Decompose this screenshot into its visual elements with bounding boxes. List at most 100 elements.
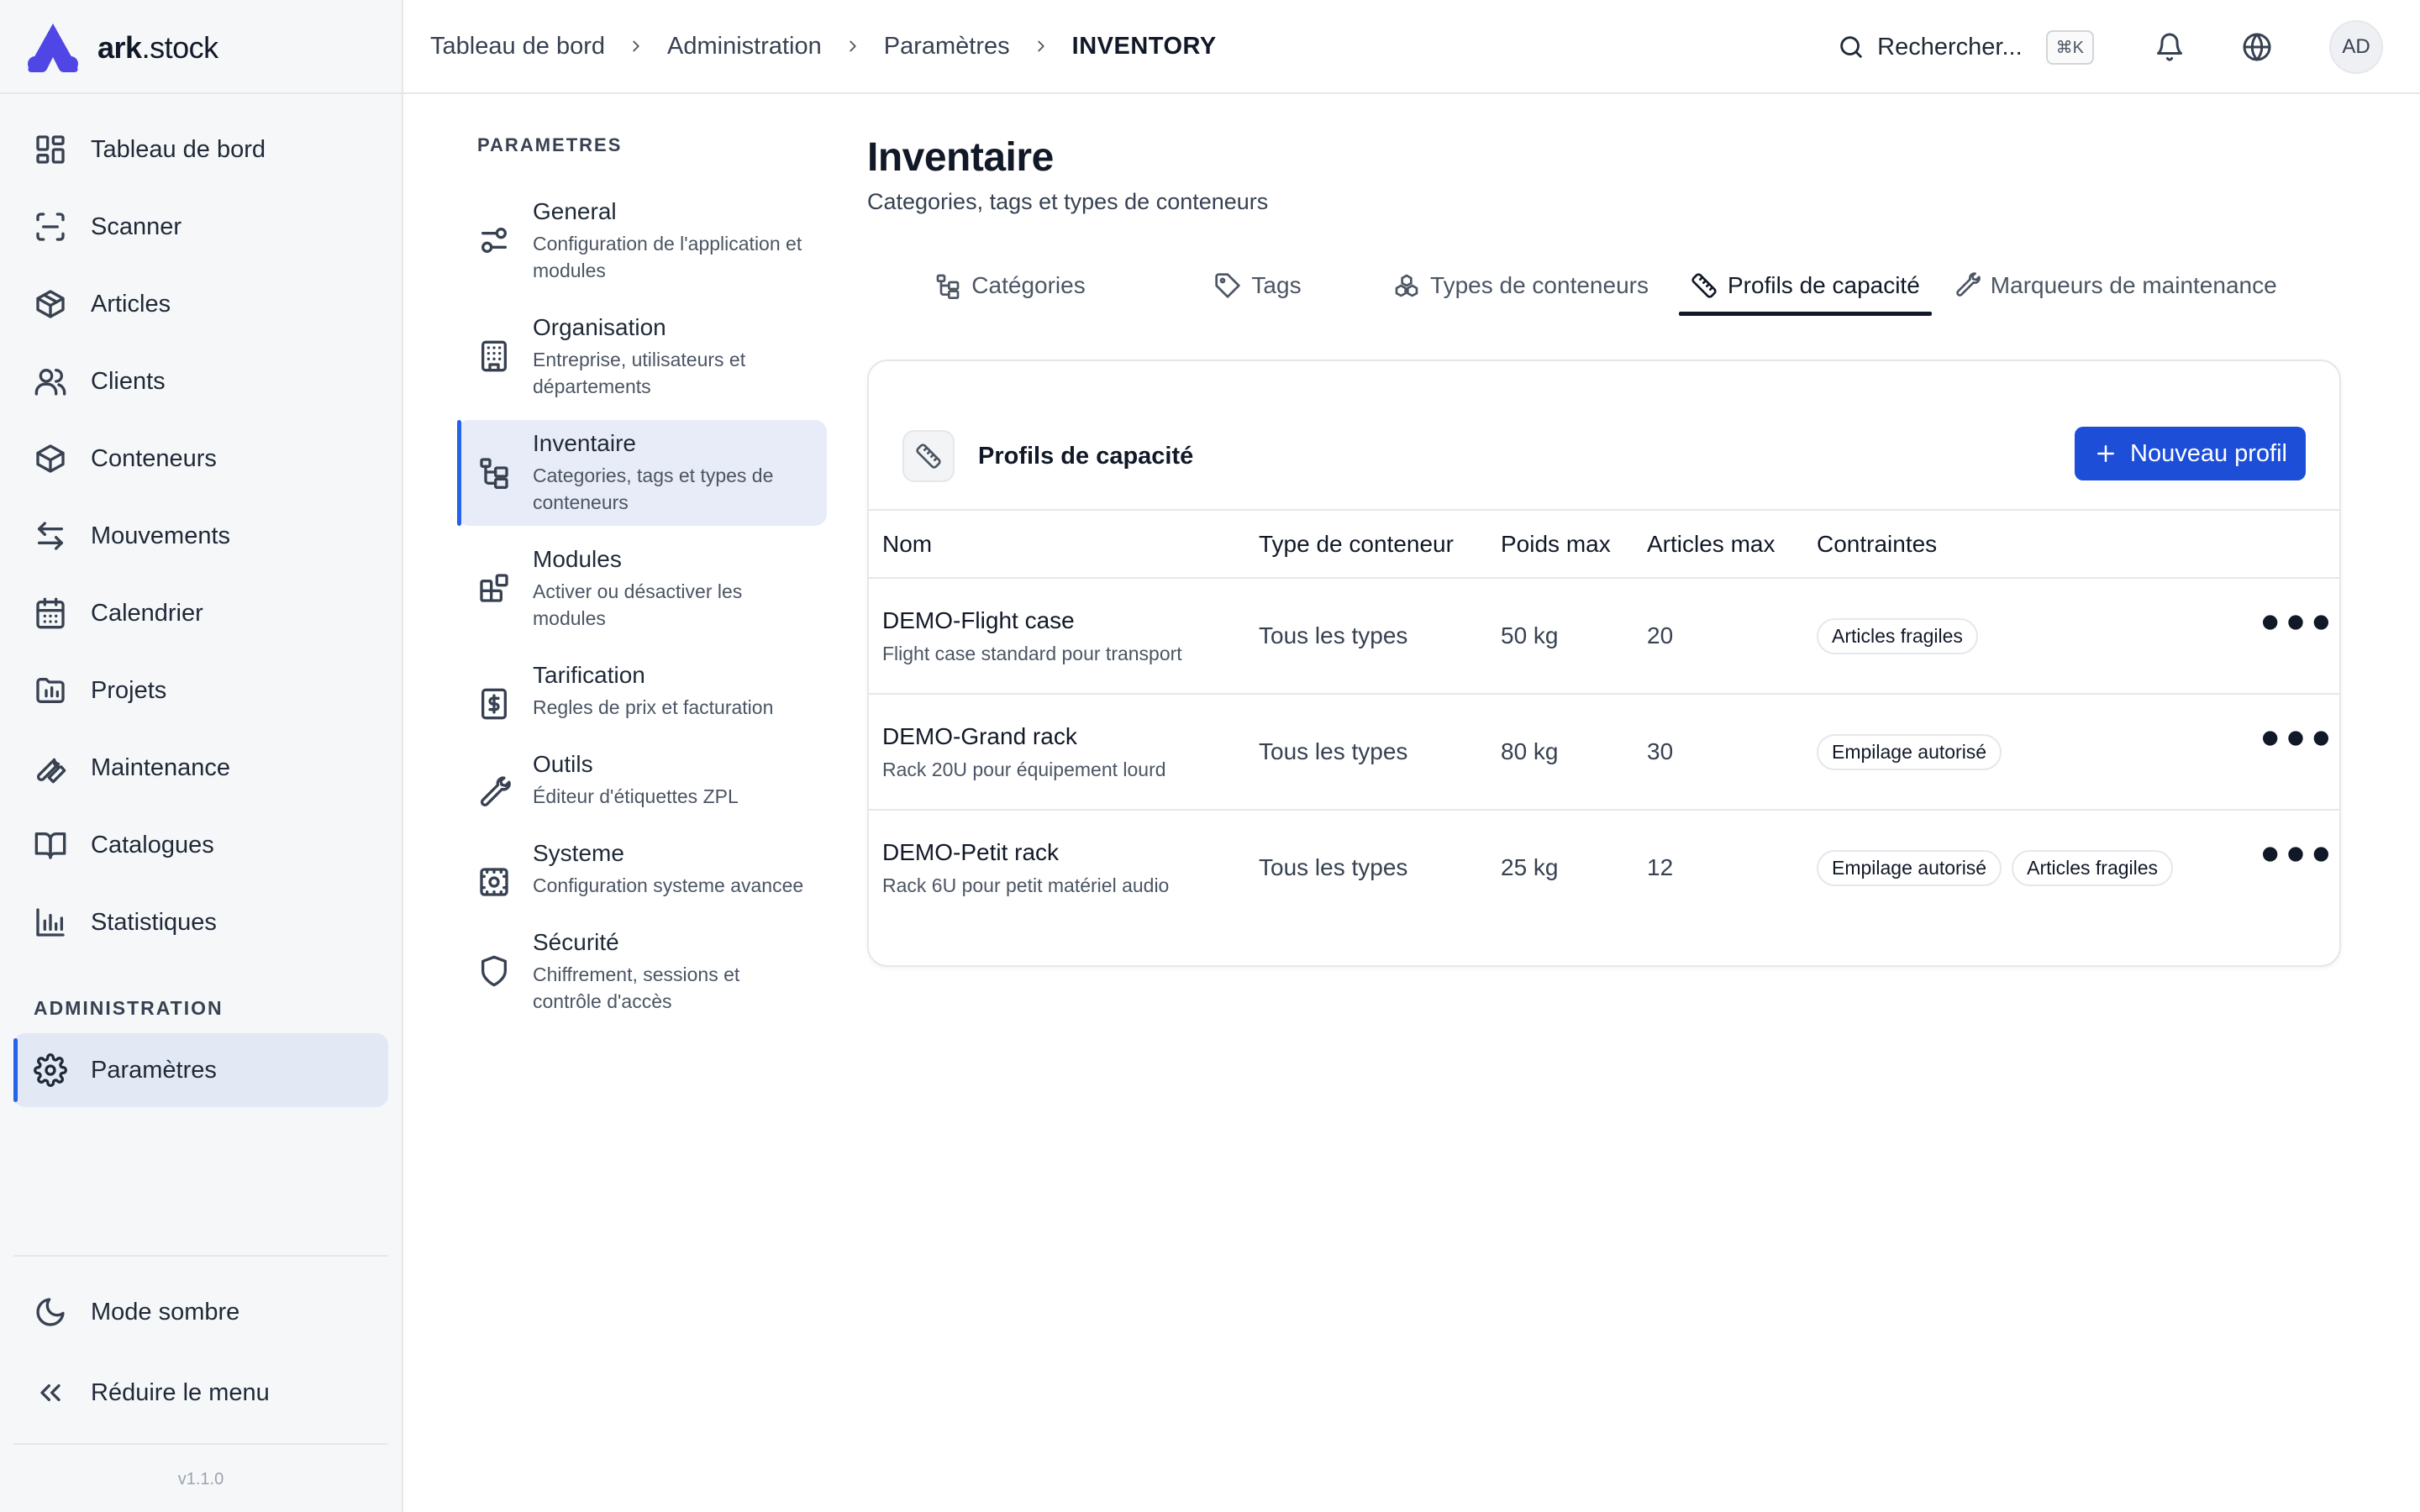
scan-icon bbox=[34, 210, 67, 244]
search-button[interactable]: Rechercher... ⌘K bbox=[1837, 29, 2094, 65]
search-label: Rechercher... bbox=[1877, 33, 2023, 60]
sidebar-item-clients[interactable]: Clients bbox=[13, 344, 388, 418]
brand[interactable]: ark.stock bbox=[25, 18, 218, 77]
settings-item-securite[interactable]: Sécurité Chiffrement, sessions et contrôl… bbox=[457, 919, 827, 1025]
sidebar-item-articles[interactable]: Articles bbox=[13, 267, 388, 341]
search-shortcut: ⌘K bbox=[2045, 29, 2094, 65]
bell-icon[interactable] bbox=[2154, 32, 2185, 62]
page-subtitle: Categories, tags et types de conteneurs bbox=[867, 189, 1269, 214]
column-header-poids[interactable]: Poids max bbox=[1487, 511, 1634, 579]
sidebar-item-label: Projets bbox=[91, 676, 167, 704]
table-row[interactable]: DEMO-Petit rack Rack 6U pour petit matéri… bbox=[869, 810, 2339, 925]
settings-item-desc: Entreprise, utilisateurs et départements bbox=[533, 349, 746, 397]
collapse-menu-button[interactable]: Réduire le menu bbox=[13, 1356, 388, 1430]
main-nav: Tableau de bord Scanner Articles Clients… bbox=[13, 113, 388, 1110]
chevron-right-icon bbox=[844, 37, 862, 55]
tab-marqueurs-maintenance[interactable]: Marqueurs de maintenance bbox=[1942, 260, 2289, 311]
dark-mode-label: Mode sombre bbox=[91, 1298, 240, 1326]
sidebar: ark.stock Tableau de bord Scanner Articl… bbox=[0, 0, 403, 1512]
building-icon bbox=[477, 339, 511, 373]
settings-item-outils[interactable]: Outils Éditeur d'étiquettes ZPL bbox=[457, 741, 827, 820]
profile-name: DEMO-Grand rack bbox=[882, 722, 1077, 749]
column-header-contraintes[interactable]: Contraintes bbox=[1803, 511, 2238, 579]
dark-mode-toggle[interactable]: Mode sombre bbox=[13, 1275, 388, 1349]
app-version: v1.1.0 bbox=[13, 1443, 388, 1489]
profile-max-weight: 50 kg bbox=[1487, 578, 1634, 695]
settings-item-inventaire[interactable]: Inventaire Categories, tags et types de c… bbox=[457, 420, 827, 526]
capacity-profiles-card: Profils de capacité Nouveau profil Nom T… bbox=[867, 360, 2341, 967]
column-header-articles[interactable]: Articles max bbox=[1634, 511, 1803, 579]
constraint-badge: Articles fragiles bbox=[2012, 849, 2174, 886]
sidebar-item-calendrier[interactable]: Calendrier bbox=[13, 576, 388, 650]
breadcrumb-dashboard[interactable]: Tableau de bord bbox=[430, 33, 605, 60]
sidebar-item-conteneurs[interactable]: Conteneurs bbox=[13, 422, 388, 496]
more-actions-icon[interactable] bbox=[2252, 579, 2339, 666]
table-header-row: Nom Type de conteneur Poids max Articles… bbox=[869, 511, 2339, 579]
constraint-badge: Empilage autorisé bbox=[1817, 849, 2002, 886]
card-title: Profils de capacité bbox=[978, 443, 1194, 470]
settings-item-organisation[interactable]: Organisation Entreprise, utilisateurs et … bbox=[457, 304, 827, 410]
moon-icon bbox=[34, 1295, 67, 1329]
tree-icon bbox=[934, 272, 961, 299]
tab-types-conteneurs[interactable]: Types de conteneurs bbox=[1363, 260, 1679, 311]
column-header-nom[interactable]: Nom bbox=[869, 511, 1245, 579]
sidebar-item-dashboard[interactable]: Tableau de bord bbox=[13, 113, 388, 186]
more-actions-icon[interactable] bbox=[2252, 695, 2339, 782]
sidebar-footer: Mode sombre Réduire le menu bbox=[13, 1255, 388, 1436]
gear-icon bbox=[34, 1053, 67, 1087]
brand-name: ark.stock bbox=[97, 30, 218, 65]
sidebar-item-label: Statistiques bbox=[91, 908, 217, 936]
box-icon bbox=[34, 442, 67, 475]
tab-categories[interactable]: Catégories bbox=[867, 260, 1153, 311]
sidebar-item-catalogues[interactable]: Catalogues bbox=[13, 808, 388, 882]
tab-profils-capacite[interactable]: Profils de capacité bbox=[1679, 260, 1932, 316]
globe-icon[interactable] bbox=[2242, 32, 2272, 62]
settings-item-desc: Regles de prix et facturation bbox=[533, 696, 774, 718]
settings-item-label: Sécurité bbox=[533, 929, 619, 955]
capacity-profiles-table: Nom Type de conteneur Poids max Articles… bbox=[869, 511, 2339, 925]
folder-icon bbox=[34, 674, 67, 707]
top-actions: Rechercher... ⌘K AD bbox=[1837, 0, 2383, 94]
profile-name: DEMO-Flight case bbox=[882, 606, 1075, 633]
constraint-badge: Articles fragiles bbox=[1817, 617, 1978, 654]
more-actions-icon[interactable] bbox=[2252, 811, 2339, 898]
new-profile-label: Nouveau profil bbox=[2130, 439, 2287, 467]
ruler-icon bbox=[915, 443, 942, 470]
sidebar-item-mouvements[interactable]: Mouvements bbox=[13, 499, 388, 573]
sidebar-item-statistiques[interactable]: Statistiques bbox=[13, 885, 388, 959]
tag-icon bbox=[1214, 272, 1241, 299]
sidebar-item-parametres[interactable]: Paramètres bbox=[13, 1033, 388, 1107]
sidebar-item-scanner[interactable]: Scanner bbox=[13, 190, 388, 264]
table-row[interactable]: DEMO-Grand rack Rack 20U pour équipement … bbox=[869, 694, 2339, 811]
users-icon bbox=[34, 365, 67, 398]
profile-max-weight: 80 kg bbox=[1487, 694, 1634, 811]
collapse-menu-label: Réduire le menu bbox=[91, 1378, 270, 1406]
package-icon bbox=[34, 287, 67, 321]
breadcrumb-parametres[interactable]: Paramètres bbox=[884, 33, 1010, 60]
profile-container-type: Tous les types bbox=[1259, 854, 1408, 880]
sidebar-item-projets[interactable]: Projets bbox=[13, 654, 388, 727]
new-profile-button[interactable]: Nouveau profil bbox=[2075, 427, 2306, 480]
sidebar-item-label: Catalogues bbox=[91, 831, 214, 858]
breadcrumb-administration[interactable]: Administration bbox=[667, 33, 822, 60]
settings-item-systeme[interactable]: Systeme Configuration systeme avancee bbox=[457, 830, 827, 909]
tab-label: Marqueurs de maintenance bbox=[1990, 272, 2277, 298]
chevrons-left-icon bbox=[34, 1376, 67, 1410]
card-header-icon-box bbox=[902, 430, 955, 482]
main-content: Inventaire Categories, tags et types de … bbox=[867, 134, 2341, 967]
settings-item-general[interactable]: General Configuration de l'application et… bbox=[457, 188, 827, 294]
sidebar-item-label: Scanner bbox=[91, 213, 182, 240]
tab-tags[interactable]: Tags bbox=[1153, 260, 1363, 311]
avatar[interactable]: AD bbox=[2329, 20, 2383, 74]
settings-item-desc: Activer ou désactiver les modules bbox=[533, 580, 743, 629]
sidebar-item-maintenance[interactable]: Maintenance bbox=[13, 731, 388, 805]
sliders-icon bbox=[477, 223, 511, 257]
profile-max-items: 30 bbox=[1634, 694, 1803, 811]
settings-item-tarification[interactable]: Tarification Regles de prix et facturatio… bbox=[457, 652, 827, 731]
settings-item-desc: Configuration systeme avancee bbox=[533, 874, 804, 896]
column-header-type[interactable]: Type de conteneur bbox=[1245, 511, 1487, 579]
profile-max-weight: 25 kg bbox=[1501, 854, 1559, 880]
table-row[interactable]: DEMO-Flight case Flight case standard pou… bbox=[869, 578, 2339, 695]
system-icon bbox=[477, 865, 511, 899]
settings-item-modules[interactable]: Modules Activer ou désactiver les modules bbox=[457, 536, 827, 642]
